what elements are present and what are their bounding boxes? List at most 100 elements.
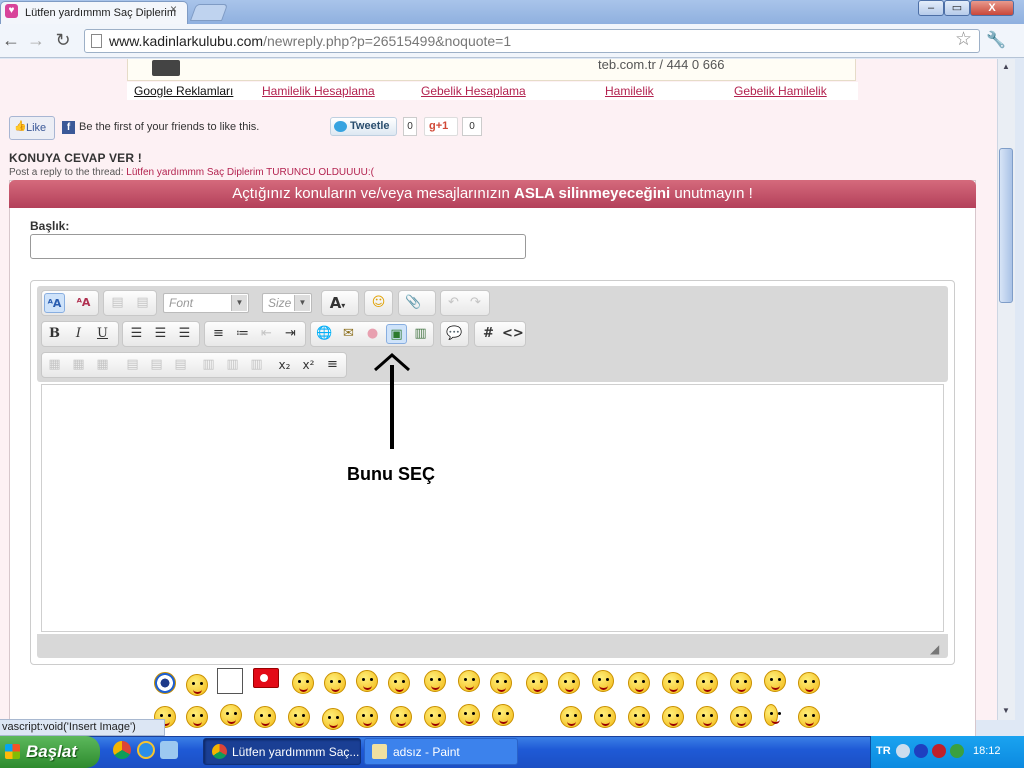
smiley-icon[interactable] [662, 672, 684, 694]
bookmark-star-icon[interactable]: ☆ [955, 28, 972, 51]
smiley-icon[interactable] [696, 672, 718, 694]
reload-button[interactable]: ↻ [52, 30, 74, 52]
wysiwyg-mode-icon[interactable]: ᴬA [44, 293, 65, 313]
smiley-icon[interactable] [186, 706, 208, 728]
scroll-up-arrow[interactable]: ▲ [999, 60, 1013, 74]
smiley-icon[interactable] [356, 670, 378, 692]
insert-email-icon[interactable]: ✉ [338, 324, 359, 344]
smiley-icon[interactable] [594, 706, 616, 728]
align-right-icon[interactable]: ☰ [174, 324, 195, 344]
remove-link-icon[interactable]: ● [362, 324, 383, 344]
table-row-icon[interactable]: ▦ [68, 355, 89, 375]
taskbar-item-paint[interactable]: adsız - Paint [364, 738, 518, 765]
smiley-icon[interactable] [628, 672, 650, 694]
quote-icon[interactable]: 💬 [444, 324, 465, 344]
font-select[interactable]: Font ▼ [163, 293, 249, 313]
smiley-icon[interactable] [424, 670, 446, 692]
smiley-icon[interactable] [730, 672, 752, 694]
language-indicator[interactable]: TR [876, 745, 891, 757]
google-plus-button[interactable]: g+1 [424, 117, 458, 136]
forward-button[interactable]: → [25, 30, 47, 52]
address-bar[interactable]: www.kadinlarkulubu.com/newreply.php?p=26… [84, 29, 980, 53]
smiley-icon[interactable] [764, 670, 786, 692]
ad-link-gebelik-hesaplama[interactable]: Gebelik Hesaplama [421, 84, 526, 98]
smiley-icon[interactable] [390, 706, 412, 728]
ordered-list-icon[interactable]: ≡ [208, 324, 229, 344]
smiley-icon[interactable] [798, 672, 820, 694]
ad-link-google[interactable]: Google Reklamları [134, 84, 233, 98]
chrome-quicklaunch-icon[interactable] [113, 741, 131, 759]
message-textarea[interactable] [41, 384, 944, 632]
smiley-icon[interactable] [526, 672, 548, 694]
text-color-button[interactable]: A▾ [327, 293, 348, 313]
bold-button[interactable]: B [44, 324, 65, 344]
restore-button[interactable]: ▭ [944, 0, 970, 16]
delete-row-icon[interactable]: ▤ [170, 355, 191, 375]
insert-image-icon[interactable]: ▣ [386, 324, 407, 344]
ad-link-hamilelik[interactable]: Hamilelik [605, 84, 654, 98]
smiley-icon[interactable] [492, 704, 514, 726]
table-col-icon[interactable]: ▦ [92, 355, 113, 375]
smiley-icon[interactable] [458, 670, 480, 692]
wrench-icon[interactable]: 🔧 [986, 30, 1006, 50]
smiley-icon[interactable] [696, 706, 718, 728]
ad-banner[interactable] [127, 59, 856, 81]
paste-text-icon[interactable]: ▤ [132, 293, 153, 313]
smiley-icon[interactable] [324, 672, 346, 694]
antivirus-shield-icon[interactable] [932, 744, 946, 758]
align-left-icon[interactable]: ☰ [126, 324, 147, 344]
tray-arrow-icon[interactable] [896, 744, 910, 758]
smiley-icon[interactable]: ☺ [368, 293, 389, 313]
smiley-icon[interactable] [322, 708, 344, 730]
tab-close-button[interactable]: × [170, 2, 177, 16]
undo-icon[interactable]: ↶ [443, 293, 464, 313]
back-button[interactable]: ← [0, 30, 22, 52]
paste-icon[interactable]: ▤ [107, 293, 128, 313]
wrap-hash-button[interactable]: # [478, 324, 499, 344]
minimize-button[interactable]: – [918, 0, 944, 16]
scroll-down-arrow[interactable]: ▼ [999, 704, 1013, 718]
superscript-button[interactable]: x² [298, 355, 319, 375]
smiley-icon[interactable] [220, 704, 242, 726]
show-desktop-icon[interactable] [160, 741, 178, 759]
smiley-icon[interactable] [186, 674, 208, 696]
size-select[interactable]: Size ▼ [262, 293, 312, 313]
scroll-thumb[interactable] [999, 148, 1013, 303]
smiley-icon[interactable] [592, 670, 614, 692]
title-input[interactable] [30, 234, 526, 259]
insert-link-icon[interactable]: 🌐 [314, 324, 335, 344]
smiley-icon[interactable] [798, 706, 820, 728]
smiley-icon[interactable] [558, 672, 580, 694]
smiley-icon[interactable] [628, 706, 650, 728]
thread-link[interactable]: Lütfen yardımmm Saç Diplerim TURUNCU OLD… [126, 167, 374, 178]
clock[interactable]: 18:12 [973, 745, 1001, 757]
tab-active[interactable]: Lütfen yardımmm Saç Diplerim [0, 1, 188, 25]
resize-handle-icon[interactable]: ◢ [930, 642, 939, 656]
smiley-icon[interactable] [254, 706, 276, 728]
ad-link-gebelik-hamilelik[interactable]: Gebelik Hamilelik [734, 84, 827, 98]
smiley-icon[interactable] [424, 706, 446, 728]
bluetooth-icon[interactable] [914, 744, 928, 758]
smiley-icon[interactable] [560, 706, 582, 728]
remove-format-icon[interactable]: ᴬA [73, 293, 94, 313]
smiley-icon[interactable] [356, 706, 378, 728]
underline-button[interactable]: U [92, 324, 113, 344]
smiley-icon[interactable] [730, 706, 752, 728]
close-window-button[interactable]: X [970, 0, 1014, 16]
network-icon[interactable] [950, 744, 964, 758]
ie-quicklaunch-icon[interactable] [137, 741, 155, 759]
italic-button[interactable]: I [68, 324, 89, 344]
new-tab-button[interactable] [189, 4, 229, 21]
ad-link-hamilelik-hesaplama[interactable]: Hamilelik Hesaplama [262, 84, 375, 98]
insert-col-left-icon[interactable]: ▥ [198, 355, 219, 375]
smiley-icon[interactable] [662, 706, 684, 728]
subscript-button[interactable]: x₂ [274, 355, 295, 375]
table-icon[interactable]: ▦ [44, 355, 65, 375]
smiley-icon[interactable] [490, 672, 512, 694]
insert-col-right-icon[interactable]: ▥ [222, 355, 243, 375]
insert-video-icon[interactable]: ▥ [410, 324, 431, 344]
smiley-icon[interactable] [292, 672, 314, 694]
insert-row-below-icon[interactable]: ▤ [146, 355, 167, 375]
turkish-flag-smiley-icon[interactable] [253, 668, 279, 688]
smiley-icon[interactable] [458, 704, 480, 726]
